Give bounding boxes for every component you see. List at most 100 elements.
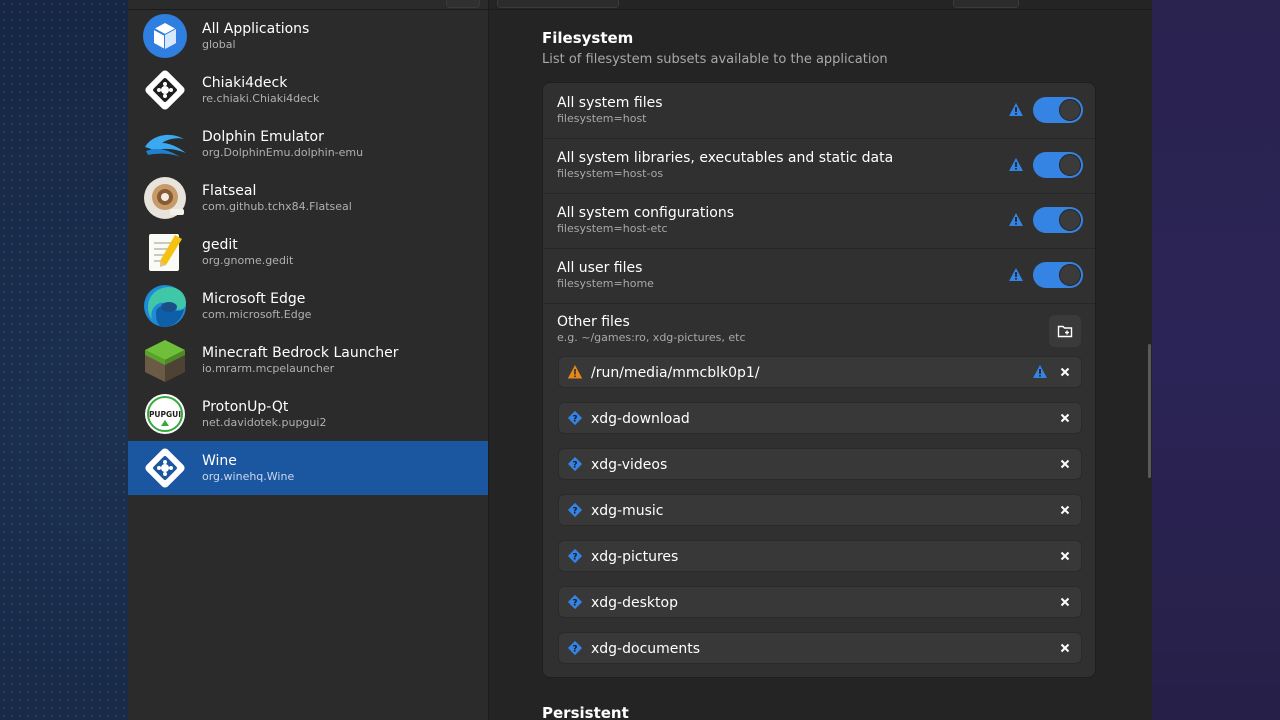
permission-row-host: All system files filesystem=host (543, 83, 1095, 139)
filesystem-subtitle: List of filesystem subsets available to … (542, 52, 888, 67)
remove-path-button[interactable] (1057, 502, 1073, 518)
warning-icon (1009, 213, 1023, 226)
filesystem-card: All system files filesystem=host All sys… (542, 82, 1096, 678)
app-id: org.winehq.Wine (202, 470, 295, 483)
app-row-all-applications[interactable]: All Applications global (128, 9, 488, 63)
path-text: xdg-desktop (591, 595, 678, 611)
folder-add-icon (1057, 325, 1073, 338)
app-name: Minecraft Bedrock Launcher (202, 345, 399, 361)
host-toggle-switch[interactable] (1033, 97, 1083, 123)
path-entry[interactable]: ? xdg-download (558, 402, 1082, 434)
close-icon (1060, 551, 1070, 561)
close-icon (1060, 597, 1070, 607)
path-entry[interactable]: ? xdg-pictures (558, 540, 1082, 572)
path-text: /run/media/mmcblk0p1/ (591, 365, 760, 381)
close-icon (1060, 459, 1070, 469)
desktop-background-right (1152, 0, 1280, 720)
path-text: xdg-documents (591, 641, 701, 657)
permission-row-host-os: All system libraries, executables and st… (543, 138, 1095, 194)
protonup-icon: PUPGUI (142, 391, 188, 437)
all-applications-icon (142, 13, 188, 59)
app-name: Microsoft Edge (202, 291, 306, 307)
question-icon: ? (567, 640, 583, 656)
permissions-panel: Filesystem List of filesystem subsets av… (489, 0, 1152, 720)
host-etc-toggle-switch[interactable] (1033, 207, 1083, 233)
question-icon: ? (567, 548, 583, 564)
application-list: All Applications global Chiaki4deck re.c… (128, 9, 488, 495)
header-control[interactable] (953, 0, 1019, 8)
question-icon: ? (567, 456, 583, 472)
path-entry[interactable]: ? xdg-documents (558, 632, 1082, 664)
svg-text:PUPGUI: PUPGUI (149, 410, 181, 419)
warning-icon (1009, 158, 1023, 171)
remove-path-button[interactable] (1057, 548, 1073, 564)
app-row-protonup-qt[interactable]: PUPGUI ProtonUp-Qt net.davidotek.pupgui2 (128, 387, 488, 441)
content-header-edge (489, 0, 1152, 10)
app-id: io.mrarm.mcpelauncher (202, 362, 335, 375)
app-name: Wine (202, 453, 237, 469)
path-text: xdg-music (591, 503, 664, 519)
path-text: xdg-videos (591, 457, 668, 473)
persistent-title: Persistent (542, 704, 629, 720)
app-name: gedit (202, 237, 238, 253)
remove-path-button[interactable] (1057, 410, 1073, 426)
path-entry[interactable]: ? xdg-desktop (558, 586, 1082, 618)
chiaki4deck-icon (142, 67, 188, 113)
permission-label: All user files (557, 260, 643, 276)
app-row-gedit[interactable]: gedit org.gnome.gedit (128, 225, 488, 279)
host-os-toggle-switch[interactable] (1033, 152, 1083, 178)
app-id: global (202, 38, 236, 51)
desktop-background-left (0, 0, 128, 720)
app-name: Chiaki4deck (202, 75, 288, 91)
edge-icon (142, 283, 188, 329)
app-row-chiaki4deck[interactable]: Chiaki4deck re.chiaki.Chiaki4deck (128, 63, 488, 117)
filesystem-title: Filesystem (542, 29, 634, 47)
other-files-label: Other files (557, 314, 630, 330)
app-id: org.gnome.gedit (202, 254, 294, 267)
app-name: All Applications (202, 21, 310, 37)
permission-label: All system files (557, 95, 663, 111)
svg-text:?: ? (572, 645, 577, 655)
gedit-icon (142, 229, 188, 275)
svg-text:?: ? (572, 599, 577, 609)
app-row-microsoft-edge[interactable]: Microsoft Edge com.microsoft.Edge (128, 279, 488, 333)
app-row-dolphin-emulator[interactable]: Dolphin Emulator org.DolphinEmu.dolphin-… (128, 117, 488, 171)
warning-icon (567, 365, 583, 379)
path-text: xdg-download (591, 411, 690, 427)
app-id: net.davidotek.pupgui2 (202, 416, 327, 429)
svg-text:?: ? (572, 507, 577, 517)
remove-path-button[interactable] (1057, 364, 1073, 380)
app-id: com.microsoft.Edge (202, 308, 312, 321)
app-row-wine[interactable]: Wine org.winehq.Wine (128, 441, 488, 495)
permission-desc: filesystem=host-etc (557, 222, 668, 235)
remove-path-button[interactable] (1057, 640, 1073, 656)
permission-desc: filesystem=home (557, 277, 654, 290)
app-row-flatseal[interactable]: Flatseal com.github.tchx84.Flatseal (128, 171, 488, 225)
question-icon: ? (567, 410, 583, 426)
path-entry[interactable]: /run/media/mmcblk0p1/ (558, 356, 1082, 388)
warning-icon (1033, 365, 1047, 378)
flatseal-window: All Applications global Chiaki4deck re.c… (128, 0, 1152, 720)
close-icon (1060, 367, 1070, 377)
permission-label: All system libraries, executables and st… (557, 150, 894, 166)
remove-path-button[interactable] (1057, 456, 1073, 472)
app-id: org.DolphinEmu.dolphin-emu (202, 146, 364, 159)
header-control[interactable] (497, 0, 619, 8)
add-folder-button[interactable] (1049, 315, 1081, 347)
path-entry[interactable]: ? xdg-music (558, 494, 1082, 526)
svg-text:?: ? (572, 415, 577, 425)
svg-text:?: ? (572, 553, 577, 563)
app-row-minecraft-bedrock-launcher[interactable]: Minecraft Bedrock Launcher io.mrarm.mcpe… (128, 333, 488, 387)
app-id: com.github.tchx84.Flatseal (202, 200, 352, 213)
warning-icon (1009, 268, 1023, 281)
home-toggle-switch[interactable] (1033, 262, 1083, 288)
warning-icon (1009, 103, 1023, 116)
sidebar-header-button[interactable] (446, 0, 480, 8)
path-entry[interactable]: ? xdg-videos (558, 448, 1082, 480)
remove-path-button[interactable] (1057, 594, 1073, 610)
scrollbar[interactable] (1148, 344, 1151, 478)
question-icon: ? (567, 594, 583, 610)
app-id: re.chiaki.Chiaki4deck (202, 92, 320, 105)
other-files-row: Other files e.g. ~/games:ro, xdg-picture… (543, 303, 1095, 353)
permission-label: All system configurations (557, 205, 735, 221)
